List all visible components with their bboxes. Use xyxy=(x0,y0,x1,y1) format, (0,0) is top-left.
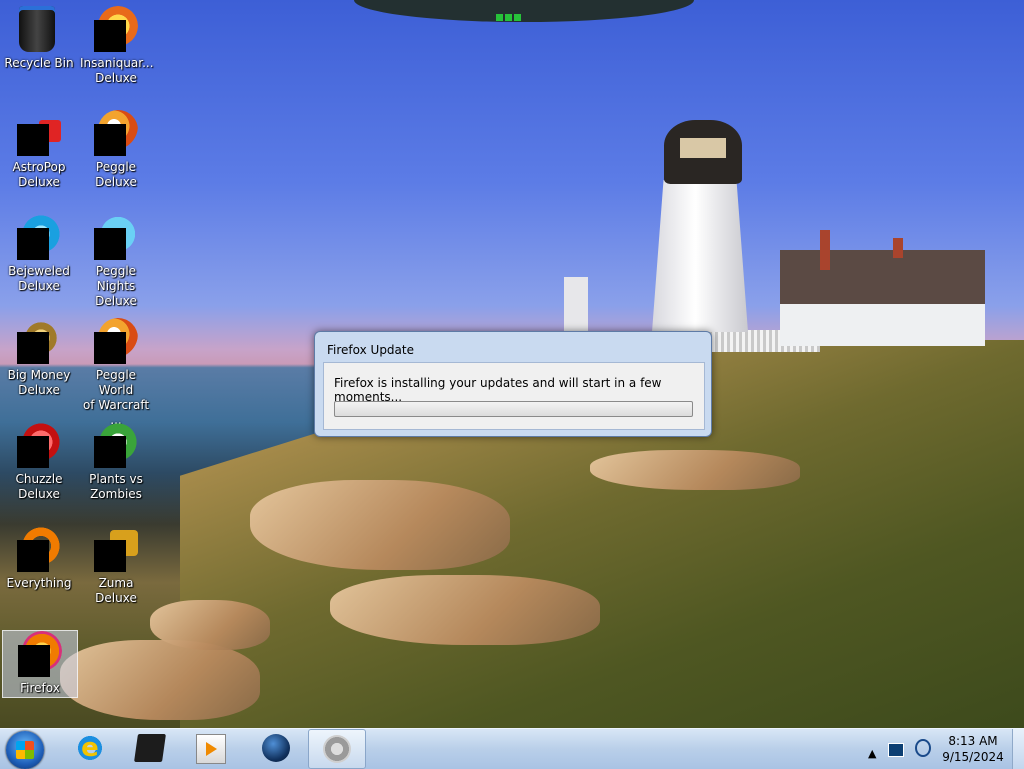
redacted-icon-mask xyxy=(17,436,49,468)
dialog-title: Firefox Update xyxy=(327,343,414,357)
desktop-icon-label: Everything xyxy=(6,576,72,590)
clock-time: 8:13 AM xyxy=(948,734,998,748)
chimney xyxy=(820,230,830,270)
desktop-wallpaper: Recycle Bin Insaniquar... Deluxe AstroPo… xyxy=(0,0,1024,728)
redacted-icon-mask xyxy=(94,540,126,572)
desktop-icon-label: Firefox xyxy=(20,681,60,695)
desktop-icon-label: Peggle Deluxe xyxy=(95,160,137,189)
firefox-update-dialog[interactable]: Firefox Update Firefox is installing you… xyxy=(314,331,712,437)
desktop-icon-plants-vs-zombies[interactable]: Plants vs Zombies xyxy=(80,422,152,502)
taskbar: e ▲ 8:13 AM 9/15/2024 xyxy=(0,728,1024,769)
rock xyxy=(250,480,510,570)
desktop-icon-label: Plants vs Zombies xyxy=(89,472,143,501)
top-notch-bar xyxy=(354,0,694,22)
redacted-icon-mask xyxy=(94,20,126,52)
desktop-icon-bejeweled[interactable]: Bejeweled Deluxe xyxy=(3,214,75,294)
network-icon[interactable] xyxy=(915,739,932,757)
desktop-icon-label: AstroPop Deluxe xyxy=(12,160,66,189)
show-desktop-button[interactable] xyxy=(1012,729,1024,769)
rock xyxy=(150,600,270,650)
rock xyxy=(330,575,600,645)
desktop-icon-everything[interactable]: Everything xyxy=(3,526,75,591)
firefox-updater-icon xyxy=(323,735,351,763)
update-progress-bar xyxy=(334,401,693,417)
redacted-icon-mask xyxy=(94,124,126,156)
chimney xyxy=(893,238,903,258)
redacted-icon-mask xyxy=(17,124,49,156)
desktop-icon-firefox[interactable]: Firefox xyxy=(2,630,78,698)
desktop-icon-label: Insaniquar... Deluxe xyxy=(80,56,154,85)
action-center-flag-icon[interactable] xyxy=(887,743,904,757)
small-tower xyxy=(564,277,588,331)
lighthouse-glass xyxy=(680,138,726,158)
desktop-icon-label: Zuma Deluxe xyxy=(95,576,137,605)
redacted-icon-mask xyxy=(17,540,49,572)
desktop-icon-label: Peggle World of Warcraft ... xyxy=(82,368,150,427)
clock-date: 9/15/2024 xyxy=(942,750,1004,764)
desktop-icon-big-money[interactable]: Big Money Deluxe xyxy=(3,318,75,398)
redacted-icon-mask xyxy=(94,228,126,260)
terminal-icon xyxy=(134,734,166,762)
desktop-icon-peggle[interactable]: Peggle Deluxe xyxy=(80,110,152,190)
redacted-icon-mask xyxy=(17,332,49,364)
rock xyxy=(60,640,260,720)
desktop-icon-label: Peggle Nights Deluxe xyxy=(95,264,137,308)
desktop-icon-insaniquarium[interactable]: Insaniquar... Deluxe xyxy=(80,6,154,86)
system-tray: ▲ xyxy=(868,739,939,760)
desktop-icon-label: Recycle Bin xyxy=(4,56,74,70)
desktop-icon-label: Big Money Deluxe xyxy=(7,368,71,397)
redacted-icon-mask xyxy=(94,332,126,364)
desktop-icon-chuzzle[interactable]: Chuzzle Deluxe xyxy=(3,422,75,502)
desktop-icon-recycle-bin[interactable]: Recycle Bin xyxy=(3,6,75,71)
taskbar-button-globe[interactable] xyxy=(248,729,304,767)
redacted-icon-mask xyxy=(94,436,126,468)
globe-icon xyxy=(262,734,290,762)
internet-explorer-icon: e xyxy=(76,734,104,762)
taskbar-button-media-player[interactable] xyxy=(182,729,238,767)
dialog-body: Firefox is installing your updates and w… xyxy=(323,362,705,430)
recycle-bin-icon xyxy=(19,6,55,52)
desktop-icon-label: Chuzzle Deluxe xyxy=(15,472,63,501)
clock[interactable]: 8:13 AM 9/15/2024 xyxy=(940,733,1006,765)
redacted-icon-mask xyxy=(17,228,49,260)
house-roof xyxy=(780,250,985,304)
taskbar-button-firefox-updater[interactable] xyxy=(308,729,366,769)
media-player-icon xyxy=(196,734,226,764)
desktop-icon-label: Bejeweled Deluxe xyxy=(8,264,70,293)
desktop-icon-astropop[interactable]: AstroPop Deluxe xyxy=(3,110,75,190)
taskbar-button-terminal[interactable] xyxy=(122,729,178,767)
desktop-icon-peggle-nights[interactable]: Peggle Nights Deluxe xyxy=(80,214,152,309)
taskbar-button-internet-explorer[interactable]: e xyxy=(62,729,118,767)
rock xyxy=(590,450,800,490)
redacted-icon-mask xyxy=(18,645,50,677)
lighthouse xyxy=(652,180,748,332)
windows-start-icon[interactable] xyxy=(6,731,44,769)
desktop-icon-zuma[interactable]: Zuma Deluxe xyxy=(80,526,152,606)
show-hidden-icons-icon[interactable]: ▲ xyxy=(868,747,876,760)
dialog-message: Firefox is installing your updates and w… xyxy=(334,376,662,404)
desktop-icon-peggle-wow[interactable]: Peggle World of Warcraft ... xyxy=(80,318,152,428)
